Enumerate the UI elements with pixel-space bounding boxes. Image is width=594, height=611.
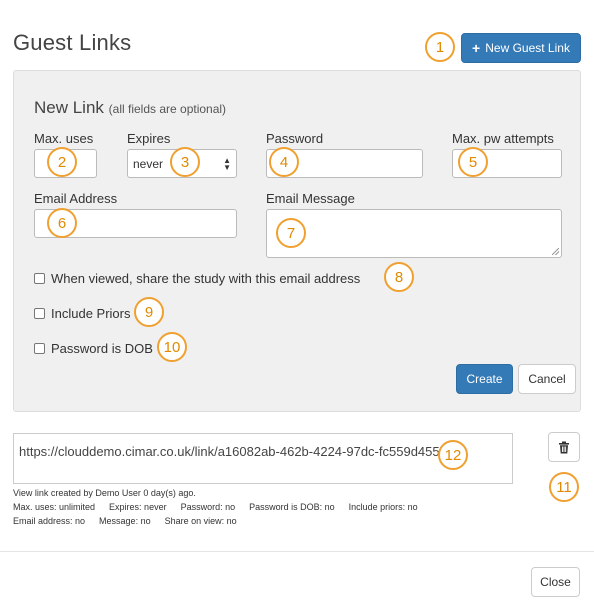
password-is-dob-option[interactable]: Password is DOB (34, 341, 153, 356)
detail-share-on-view: Share on view: no (164, 516, 237, 526)
email-message-label: Email Message (266, 191, 355, 206)
resize-handle-icon[interactable] (552, 248, 559, 255)
plus-icon: + (472, 40, 481, 56)
callout-badge: 6 (47, 208, 77, 238)
callout-badge: 5 (458, 147, 488, 177)
footer-divider (0, 551, 594, 552)
detail-password: Password: no (180, 502, 236, 512)
detail-max-uses: Max. uses: unlimited (13, 502, 96, 512)
callout-badge: 9 (134, 297, 164, 327)
detail-expires: Expires: never (109, 502, 167, 512)
include-priors-option[interactable]: Include Priors (34, 306, 130, 321)
create-button[interactable]: Create (456, 364, 513, 394)
share-on-view-label: When viewed, share the study with this e… (51, 271, 361, 286)
include-priors-checkbox[interactable] (34, 308, 45, 319)
callout-badge: 2 (47, 147, 77, 177)
callout-badge: 7 (276, 218, 306, 248)
detail-email-address: Email address: no (13, 516, 86, 526)
link-details-row-1: Max. uses: unlimited Expires: never Passwo… (13, 502, 432, 512)
detail-message: Message: no (99, 516, 151, 526)
page-title: Guest Links (13, 30, 132, 55)
expires-value: never (133, 156, 164, 171)
callout-badge: 3 (170, 147, 200, 177)
new-link-title: New Link (34, 98, 104, 117)
link-details-row-2: Email address: no Message: no Share on vie… (13, 516, 251, 526)
password-is-dob-checkbox[interactable] (34, 343, 45, 354)
new-link-note: (all fields are optional) (108, 102, 227, 116)
link-created-info: View link created by Demo User 0 day(s) … (13, 488, 196, 498)
max-pw-attempts-label: Max. pw attempts (452, 131, 554, 146)
new-guest-link-button[interactable]: + New Guest Link (461, 33, 581, 63)
expires-label: Expires (127, 131, 171, 146)
email-message-textarea[interactable] (266, 209, 562, 258)
callout-badge: 11 (549, 472, 579, 502)
new-guest-link-label: New Guest Link (485, 41, 570, 55)
share-on-view-checkbox[interactable] (34, 273, 45, 284)
include-priors-label: Include Priors (51, 306, 131, 321)
new-link-heading: New Link (all fields are optional) (34, 98, 226, 118)
detail-include-priors: Include priors: no (348, 502, 418, 512)
email-address-label: Email Address (34, 191, 118, 206)
cancel-button[interactable]: Cancel (518, 364, 576, 394)
callout-badge: 1 (425, 32, 455, 62)
delete-link-button[interactable] (548, 432, 580, 462)
password-is-dob-label: Password is DOB (51, 341, 153, 356)
callout-badge: 10 (157, 332, 187, 362)
callout-badge: 8 (384, 262, 414, 292)
callout-badge: 4 (269, 147, 299, 177)
password-label: Password (266, 131, 324, 146)
callout-badge: 12 (438, 440, 468, 470)
detail-password-is-dob: Password is DOB: no (249, 502, 335, 512)
share-on-view-option[interactable]: When viewed, share the study with this e… (34, 271, 360, 286)
select-arrows-icon: ▲ ▼ (223, 155, 231, 172)
max-uses-label: Max. uses (34, 131, 94, 146)
trash-icon (559, 441, 569, 453)
close-button[interactable]: Close (531, 567, 580, 597)
